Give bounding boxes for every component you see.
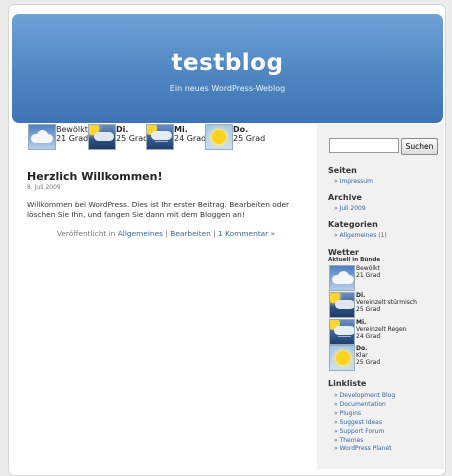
weather-day: Mi. (356, 319, 367, 326)
post-meta: Veröffentlicht in Allgemeines | Bearbeit… (27, 229, 305, 238)
sidebar-link-plugins[interactable]: » Plugins (334, 410, 395, 419)
weather-bar: Bewölkt 21 Grad Di. 25 Grad Mi. 24 Grad … (28, 124, 318, 150)
weather-temp: 25 Grad (356, 306, 381, 313)
sidebar-link-impressum[interactable]: » Impressum (334, 178, 373, 185)
post-meta-prefix: Veröffentlicht in (56, 229, 116, 238)
cloudy-icon (329, 265, 355, 291)
post-title[interactable]: Herzlich Willkommen! (27, 170, 305, 183)
weather-temp: 21 Grad (356, 272, 381, 279)
weather-day: Di. (356, 292, 366, 299)
post-comments-link[interactable]: 1 Kommentar » (218, 229, 275, 238)
search-button[interactable]: Suchen (401, 138, 438, 155)
separator: | (165, 229, 168, 238)
wetter-heading: Wetter (328, 248, 359, 257)
sidebar: Suchen Seiten » Impressum Archive » Juli… (317, 124, 444, 469)
linkliste: » Development Blog » Documentation » Plu… (334, 392, 395, 454)
sidebar-link-documentation[interactable]: » Documentation (334, 401, 395, 410)
category-link[interactable]: » Allgemeines (334, 232, 376, 239)
weather-temp: 24 Grad (174, 134, 207, 143)
seiten-heading: Seiten (328, 166, 357, 175)
post-category-link[interactable]: Allgemeines (118, 229, 163, 238)
rain-icon (329, 319, 355, 345)
post-date: 8. Juli 2009 (27, 184, 61, 191)
weather-temp: 25 Grad (233, 134, 266, 143)
sidebar-link-juli-2009[interactable]: » Juli 2009 (334, 205, 366, 212)
weather-day: Do. (233, 125, 249, 134)
stormy-icon (88, 124, 116, 150)
sidebar-link-themes[interactable]: » Themes (334, 437, 395, 446)
post: Herzlich Willkommen! 8. Juli 2009 Willko… (27, 170, 305, 238)
blog-header: testblog Ein neues WordPress-Weblog (12, 14, 443, 123)
weather-day: Di. (116, 125, 129, 134)
cloudy-icon (28, 124, 56, 150)
sidebar-link-support-forum[interactable]: » Support Forum (334, 428, 395, 437)
sidebar-link-wordpress-planet[interactable]: » WordPress Planet (334, 445, 395, 454)
weather-temp: 24 Grad (356, 333, 381, 340)
post-body: Willkommen bei WordPress. Dies ist Ihr e… (27, 200, 290, 219)
weather-temp: 25 Grad (116, 134, 149, 143)
weather-condition: Klar (356, 352, 368, 359)
blog-description: Ein neues WordPress-Weblog (169, 84, 286, 93)
separator: | (213, 229, 216, 238)
category-count: (1) (378, 232, 387, 239)
rain-icon (146, 124, 174, 150)
weather-condition: Bewölkt (56, 125, 88, 134)
stormy-icon (329, 292, 355, 318)
search-input[interactable] (329, 138, 399, 153)
archive-heading: Archive (328, 193, 362, 202)
sidebar-link-allgemeines: » Allgemeines (1) (334, 232, 387, 239)
post-edit-link[interactable]: Bearbeiten (170, 229, 211, 238)
sidebar-link-suggest-ideas[interactable]: » Suggest Ideas (334, 419, 395, 428)
blog-title[interactable]: testblog (12, 50, 443, 76)
weather-condition: Bewölkt (356, 265, 380, 272)
weather-day: Do. (356, 345, 368, 352)
wetter-location: Aktuell in Bünde (328, 257, 381, 263)
kategorien-heading: Kategorien (328, 220, 378, 229)
weather-day: Mi. (174, 125, 188, 134)
weather-temp: 21 Grad (56, 134, 89, 143)
weather-temp: 25 Grad (356, 359, 381, 366)
linkliste-heading: Linkliste (328, 379, 367, 388)
sunny-icon (329, 345, 355, 371)
sidebar-link-development-blog[interactable]: » Development Blog (334, 392, 395, 401)
sunny-icon (205, 124, 233, 150)
weather-condition: Vereinzelt stürmisch (356, 299, 417, 306)
weather-condition: Vereinzelt Regen (356, 326, 407, 333)
